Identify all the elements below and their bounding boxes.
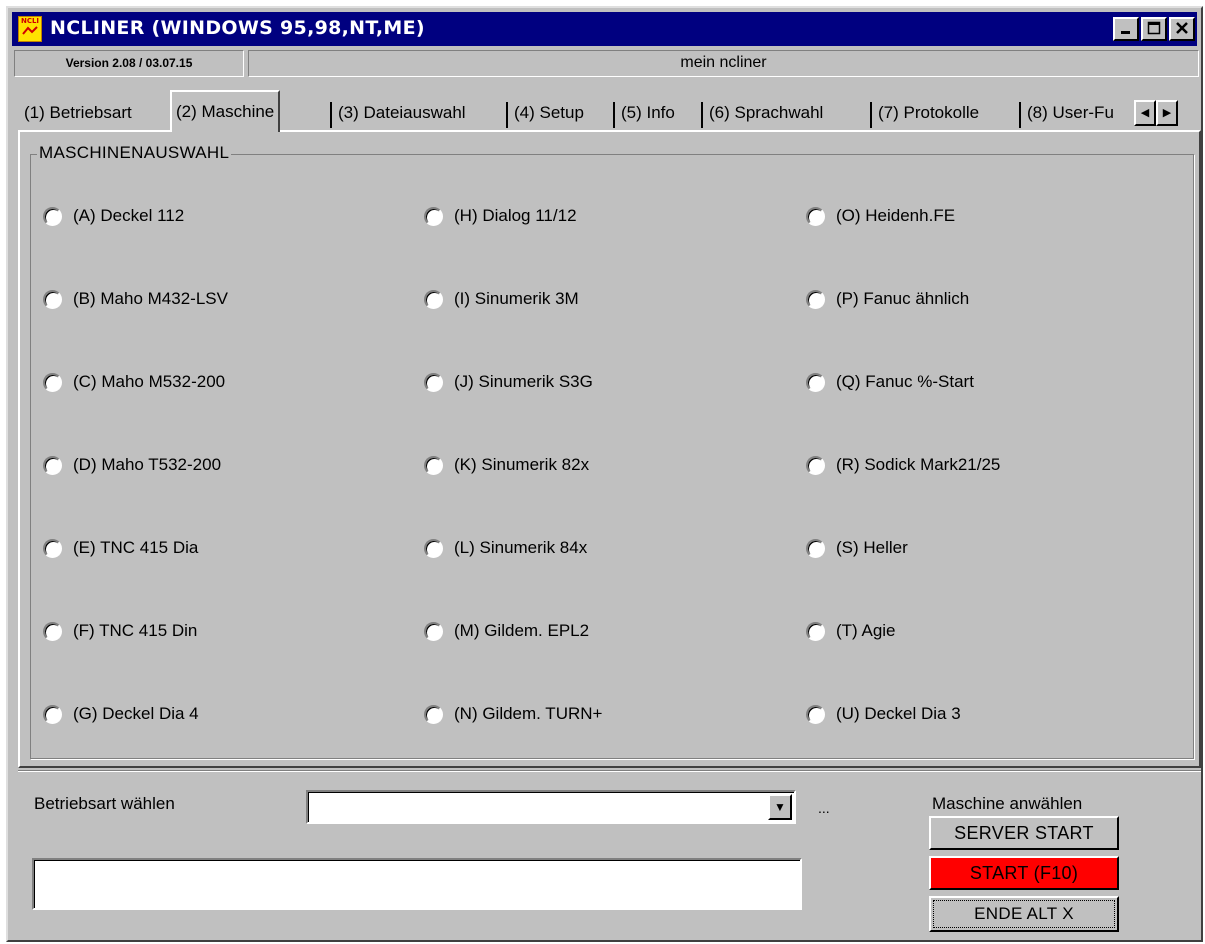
mode-dropdown[interactable]: ▼ xyxy=(306,790,796,824)
close-icon xyxy=(1176,22,1188,34)
radio-label: (U) Deckel Dia 3 xyxy=(836,704,961,723)
radio-label: (O) Heidenh.FE xyxy=(836,206,956,225)
server-start-button[interactable]: SERVER START xyxy=(929,816,1119,850)
app-window: NCLI NCLINER (WINDOWS 95,98,NT,ME) Versi… xyxy=(6,6,1203,942)
tab-setup[interactable]: (4) Setup xyxy=(514,98,584,130)
app-icon-text: NCLI xyxy=(20,17,40,25)
radio-label: (M) Gildem. EPL2 xyxy=(454,621,590,640)
title-bar[interactable]: NCLI NCLINER (WINDOWS 95,98,NT,ME) xyxy=(12,12,1197,46)
radio-label: (C) Maho M532-200 xyxy=(73,372,226,391)
tab-separator xyxy=(330,102,332,128)
radio-circle-icon xyxy=(424,705,443,724)
radio-circle-icon xyxy=(806,207,825,226)
tab-scroll-right-button[interactable]: ▶ xyxy=(1156,100,1178,126)
radio-label: (H) Dialog 11/12 xyxy=(454,206,577,225)
radio-circle-icon xyxy=(43,622,62,641)
tab-maschine[interactable]: (2) Maschine xyxy=(170,90,281,132)
arrow-right-icon: ▶ xyxy=(1162,107,1172,119)
chevron-down-icon: ▼ xyxy=(774,800,786,814)
tab-separator xyxy=(613,102,615,128)
message-field[interactable] xyxy=(32,858,802,910)
radio-circle-icon xyxy=(424,207,443,226)
radio-circle-icon xyxy=(43,539,62,558)
groupbox-title: MASCHINENAUSWAHL xyxy=(37,143,232,163)
version-label: Version 2.08 / 03.07.15 xyxy=(14,50,244,77)
radio-circle-icon xyxy=(43,373,62,392)
radio-label: (I) Sinumerik 3M xyxy=(454,289,579,308)
maximize-button[interactable] xyxy=(1141,17,1167,41)
minimize-icon xyxy=(1121,31,1130,34)
window-title: NCLINER (WINDOWS 95,98,NT,ME) xyxy=(50,17,425,39)
start-button[interactable]: START (F10) xyxy=(929,856,1119,890)
radio-label: (Q) Fanuc %-Start xyxy=(836,372,974,391)
dropdown-button[interactable]: ▼ xyxy=(768,794,792,820)
tab-separator xyxy=(701,102,703,128)
radio-circle-icon xyxy=(43,207,62,226)
radio-circle-icon xyxy=(424,622,443,641)
radio-label: (F) TNC 415 Din xyxy=(73,621,198,640)
radio-circle-icon xyxy=(424,539,443,558)
radio-label: (N) Gildem. TURN+ xyxy=(454,704,603,723)
profile-label: mein ncliner xyxy=(248,50,1199,77)
radio-circle-icon xyxy=(43,456,62,475)
radio-circle-icon xyxy=(806,373,825,392)
tab-scroll-left-button[interactable]: ◀ xyxy=(1134,100,1156,126)
status-bar: Version 2.08 / 03.07.15 mein ncliner xyxy=(8,50,1201,77)
arrow-left-icon: ◀ xyxy=(1140,107,1150,119)
tab-protokolle[interactable]: (7) Protokolle xyxy=(878,98,979,130)
tab-panel-maschine: MASCHINENAUSWAHL (A) Deckel 112 (B) Maho… xyxy=(18,130,1201,768)
radio-circle-icon xyxy=(424,290,443,309)
radio-label: (D) Maho T532-200 xyxy=(73,455,222,474)
tab-info[interactable]: (5) Info xyxy=(621,98,675,130)
radio-circle-icon xyxy=(806,290,825,309)
radio-circle-icon xyxy=(806,456,825,475)
tab-strip: (1) Betriebsart (2) Maschine (3) Dateiau… xyxy=(18,88,1201,132)
radio-circle-icon xyxy=(806,539,825,558)
radio-circle-icon xyxy=(806,622,825,641)
tab-dateiauswahl[interactable]: (3) Dateiauswahl xyxy=(338,98,466,130)
radio-label: (K) Sinumerik 82x xyxy=(454,455,590,474)
radio-circle-icon xyxy=(806,705,825,724)
radio-label: (S) Heller xyxy=(836,538,908,557)
radio-label: (R) Sodick Mark21/25 xyxy=(836,455,1001,474)
tab-separator xyxy=(506,102,508,128)
radio-circle-icon xyxy=(424,456,443,475)
exit-button[interactable]: ENDE ALT X xyxy=(929,896,1119,932)
maximize-icon xyxy=(1147,21,1161,35)
machine-select-label: Maschine anwählen xyxy=(932,794,1083,813)
radio-label: (E) TNC 415 Dia xyxy=(73,538,199,557)
more-indicator: ... xyxy=(818,800,830,816)
machine-groupbox: MASCHINENAUSWAHL (A) Deckel 112 (B) Maho… xyxy=(30,143,1194,759)
app-icon-graphic xyxy=(22,26,38,35)
radio-label: (L) Sinumerik 84x xyxy=(454,538,588,557)
radio-circle-icon xyxy=(43,705,62,724)
tab-betriebsart[interactable]: (1) Betriebsart xyxy=(24,98,132,130)
tab-user-functions[interactable]: (8) User-Fu xyxy=(1027,98,1133,130)
radio-label: (P) Fanuc ähnlich xyxy=(836,289,970,308)
tab-sprachwahl[interactable]: (6) Sprachwahl xyxy=(709,98,823,130)
close-button[interactable] xyxy=(1169,17,1195,41)
tab-separator xyxy=(1019,102,1021,128)
divider xyxy=(18,770,1201,772)
radio-label: (T) Agie xyxy=(836,621,896,640)
exit-button-label: ENDE ALT X xyxy=(933,900,1115,928)
radio-label: (G) Deckel Dia 4 xyxy=(73,704,199,723)
radio-label: (A) Deckel 112 xyxy=(73,206,185,225)
tab-separator xyxy=(870,102,872,128)
radio-label: (J) Sinumerik S3G xyxy=(454,372,593,391)
radio-label: (B) Maho M432-LSV xyxy=(73,289,228,308)
mode-label: Betriebsart wählen xyxy=(34,794,175,813)
radio-circle-icon xyxy=(43,290,62,309)
minimize-button[interactable] xyxy=(1113,17,1139,41)
radio-circle-icon xyxy=(424,373,443,392)
app-icon: NCLI xyxy=(18,16,42,42)
